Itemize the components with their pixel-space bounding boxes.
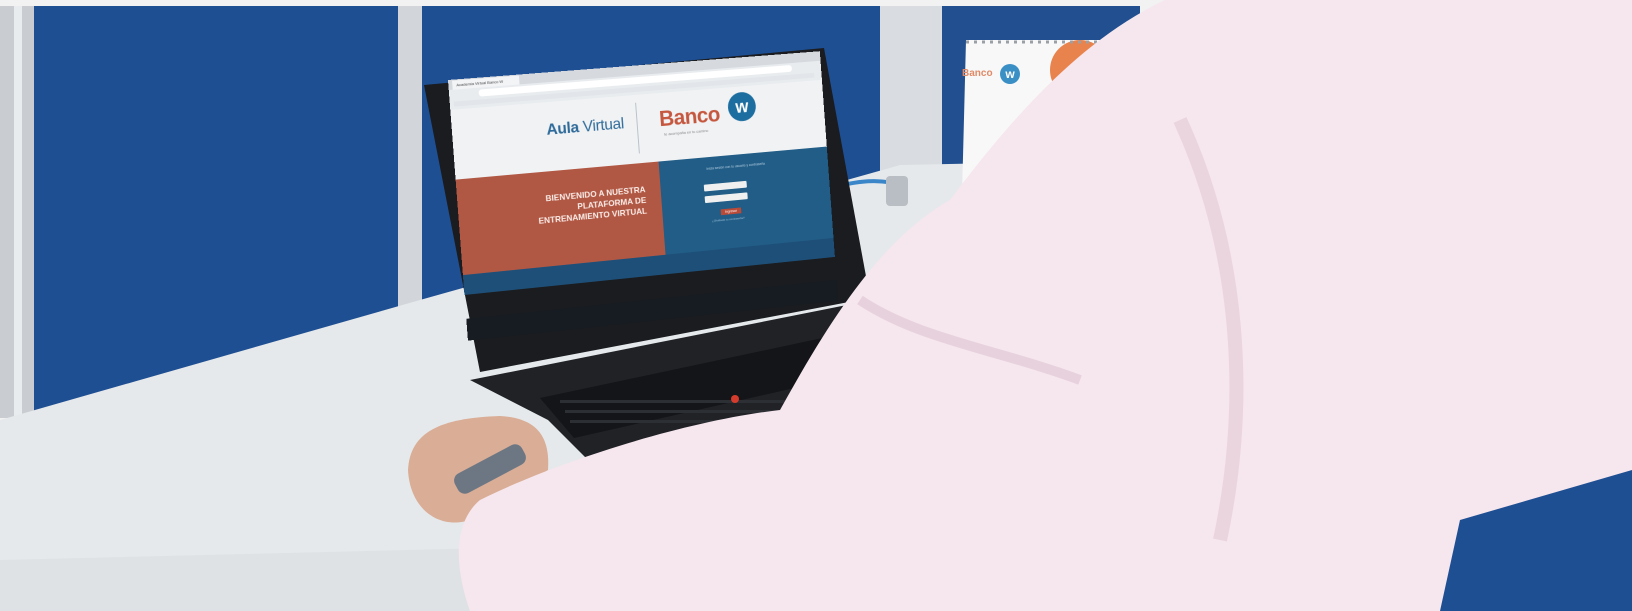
photo-scene: Academia Virtual Banco W Aula Virtual Ba… <box>0 0 1632 611</box>
frame-post-right <box>880 6 942 178</box>
trackpoint <box>731 395 739 403</box>
forgot-password-link[interactable]: ¿Olvidaste tu contraseña? <box>712 216 745 223</box>
password-field[interactable] <box>704 192 748 204</box>
aula-title-rest: Virtual <box>578 115 625 136</box>
calendar-brand-name: Banco <box>962 68 993 79</box>
login-button[interactable]: Ingresar <box>720 207 742 216</box>
brand-name: Banco <box>658 101 721 132</box>
username-field[interactable] <box>703 180 747 192</box>
login-panel: Inicia sesión con tu usuario y contraseñ… <box>658 146 834 255</box>
frame-post-center <box>398 6 422 308</box>
login-hint: Inicia sesión con tu usuario y contraseñ… <box>706 161 766 171</box>
aula-title-bold: Aula <box>545 119 580 139</box>
welcome-text: BIENVENIDO A NUESTRA PLATAFORMA DE ENTRE… <box>538 184 648 226</box>
frame-post-left-highlight <box>14 6 22 418</box>
cable-lock <box>886 176 908 206</box>
calendar-w-logo-icon: w <box>1000 64 1020 84</box>
laptop-screen: Academia Virtual Banco W Aula Virtual Ba… <box>448 51 839 341</box>
